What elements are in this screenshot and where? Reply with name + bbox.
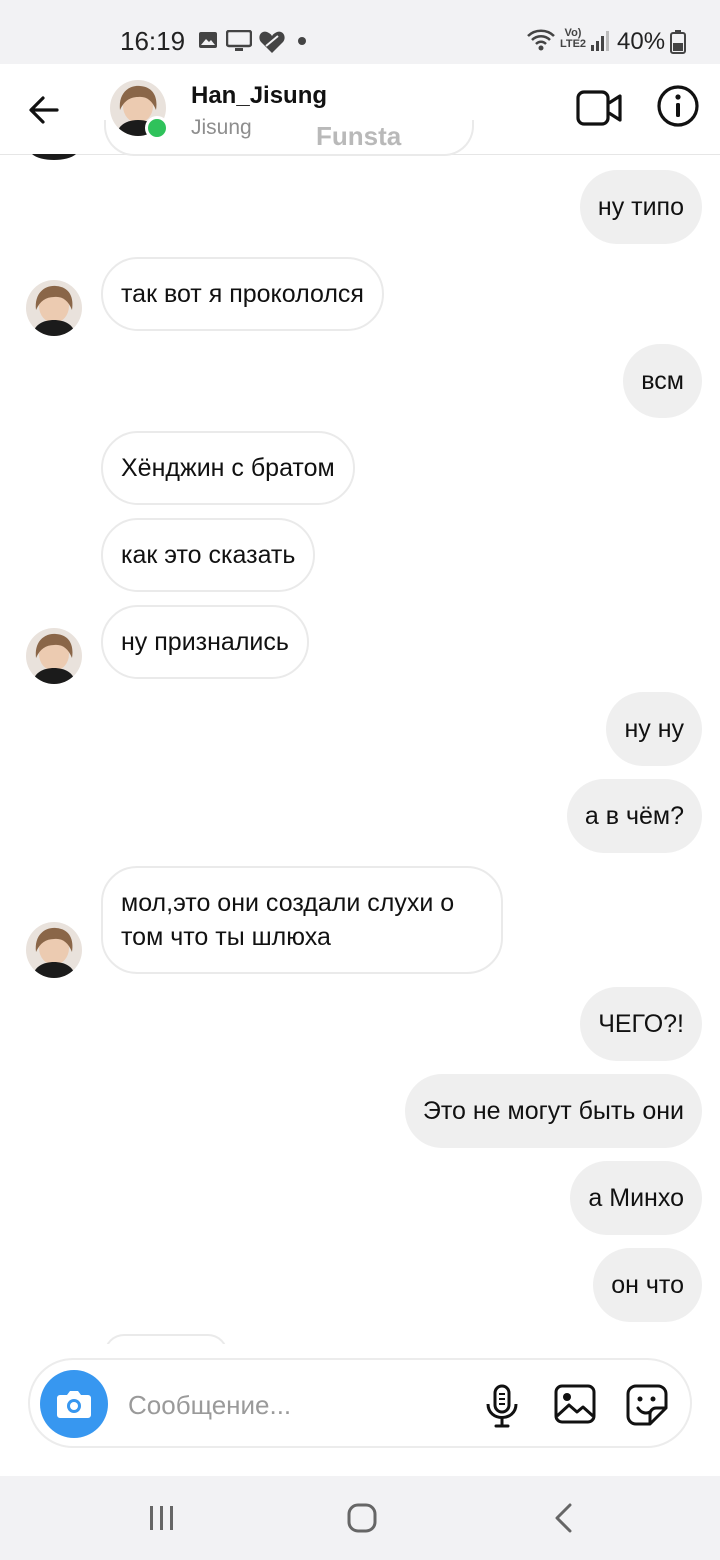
avatar[interactable] <box>26 280 82 336</box>
status-bar: 16:19 Vo) LTE2 40% <box>0 0 720 64</box>
screen-cast-icon <box>226 30 252 51</box>
notification-dot <box>298 37 306 45</box>
battery-percent: 40% <box>617 28 666 55</box>
composer-area <box>0 1344 720 1476</box>
avatar[interactable] <box>26 628 82 684</box>
message-bubble-incoming[interactable]: мол,это они создали слухи о том что ты ш… <box>101 866 503 974</box>
message-bubble-outgoing[interactable]: всм <box>623 344 702 418</box>
battery-icon <box>670 30 686 54</box>
video-call-icon[interactable] <box>576 88 622 128</box>
message-bubble-outgoing[interactable]: ну типо <box>579 170 702 244</box>
message-composer <box>28 1358 692 1448</box>
message-bubble-outgoing[interactable]: ЧЕГО?! <box>580 987 702 1061</box>
info-icon[interactable] <box>656 84 700 128</box>
message-bubble-incoming[interactable]: так вот я прокололся <box>101 257 384 331</box>
signal-icon <box>591 31 609 51</box>
system-nav-bar <box>0 1476 720 1560</box>
heart-notification-icon <box>259 31 285 53</box>
network-label: Vo) LTE2 <box>559 27 587 50</box>
message-bubble-incoming[interactable]: Хёнджин с братом <box>101 431 355 505</box>
image-notification-icon <box>199 32 217 48</box>
message-bubble-outgoing[interactable]: а Минхо <box>570 1161 702 1235</box>
avatar-partial <box>32 154 76 160</box>
gallery-icon[interactable] <box>554 1384 596 1424</box>
microphone-icon[interactable] <box>484 1384 520 1428</box>
back-arrow-icon[interactable] <box>24 90 64 130</box>
message-bubble-incoming[interactable]: как это сказать <box>101 518 316 592</box>
message-bubble-incoming[interactable]: ну признались <box>101 605 309 679</box>
message-bubble-outgoing[interactable]: Это не могут быть они <box>404 1074 702 1148</box>
sticker-icon[interactable] <box>626 1384 668 1426</box>
avatar[interactable] <box>26 922 82 978</box>
message-bubble-outgoing[interactable]: он что <box>593 1248 702 1322</box>
wifi-icon <box>527 29 555 51</box>
message-bubble-outgoing[interactable]: ну ну <box>606 692 702 766</box>
back-icon[interactable] <box>544 1498 584 1538</box>
chat-username[interactable]: Han_Jisung <box>191 82 327 110</box>
recent-apps-icon[interactable] <box>142 1498 182 1538</box>
camera-button[interactable] <box>40 1370 108 1438</box>
home-icon[interactable] <box>342 1498 382 1538</box>
message-bubble-partial <box>104 120 474 156</box>
message-input[interactable] <box>126 1384 460 1426</box>
status-time: 16:19 <box>120 26 186 56</box>
camera-icon <box>57 1391 91 1418</box>
message-bubble-outgoing[interactable]: а в чём? <box>566 779 702 853</box>
